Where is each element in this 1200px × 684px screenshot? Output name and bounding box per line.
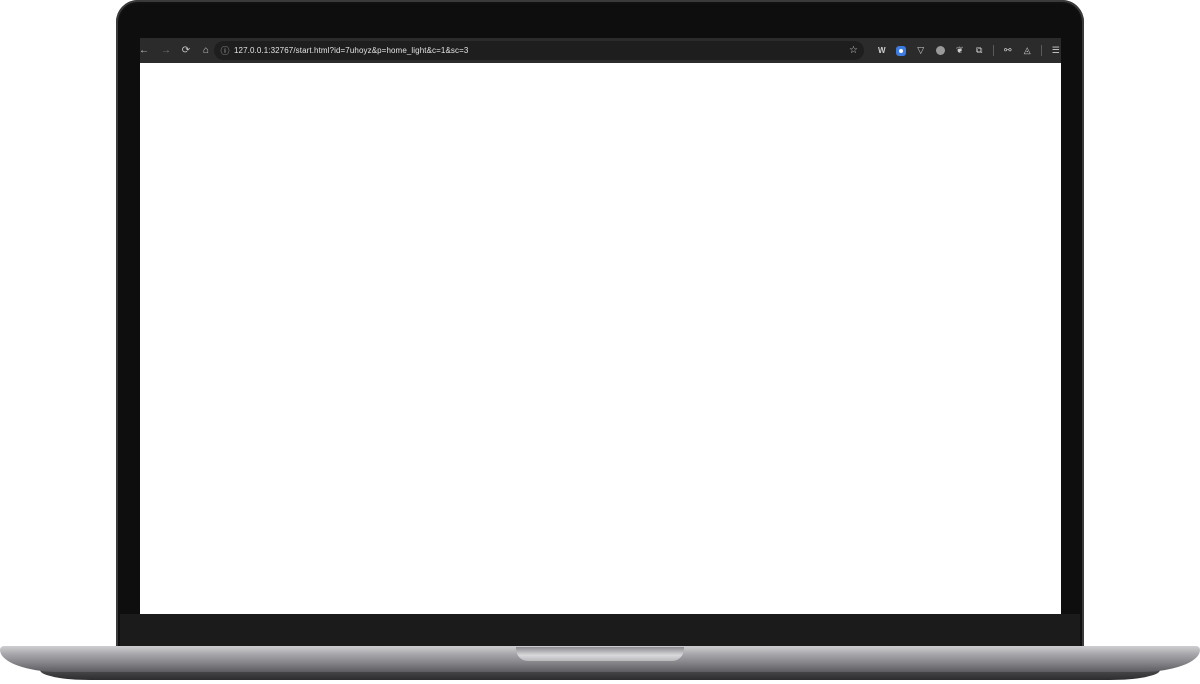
extension-circle-icon [935,46,945,55]
extension-circle-button[interactable] [931,41,951,60]
profile-icon: ⚯ [1003,45,1012,55]
extension-leaf-button[interactable]: ❦ [950,41,970,60]
address-bar[interactable]: ⓘ 127.0.0.1:32767/start.html?id=7uhoyz&p… [214,41,864,60]
reload-icon: ⟳ [181,45,191,56]
extensions-area: W ▽ ❦ ⧉ ⚯ ◬ ☰ [872,41,1061,60]
extensions-menu-button[interactable]: ⧉ [970,41,990,60]
back-button[interactable]: ← [140,41,149,61]
menu-button[interactable]: ☰ [1046,41,1061,60]
laptop-mockup: ← → ⟳ ⌂ ⓘ 127.0.0.1:32767/start.html?id=… [0,0,1200,684]
page-content [140,63,1061,614]
laptop-chin [120,614,1080,646]
site-info-button[interactable]: ⓘ [216,41,234,60]
laptop-opening-notch [516,647,684,661]
home-button[interactable]: ⌂ [196,41,216,61]
arrow-left-icon: ← [140,45,149,56]
forward-button[interactable]: → [156,41,176,61]
toolbar-divider [1041,45,1042,56]
extension-v-button[interactable]: ▽ [911,41,931,60]
puzzle-icon: ⧉ [976,45,983,55]
reload-button[interactable]: ⟳ [176,41,196,61]
incognito-button[interactable]: ◬ [1018,41,1038,60]
extension-v-icon: ▽ [917,45,925,55]
site-info-icon: ⓘ [220,46,230,56]
extension-w-icon: W [877,46,886,55]
extension-blue-icon [896,45,907,56]
extension-w-button[interactable]: W [872,41,892,60]
home-icon: ⌂ [202,45,210,56]
url-text[interactable]: 127.0.0.1:32767/start.html?id=7uhoyz&p=h… [234,46,468,55]
menu-icon: ☰ [1051,45,1060,55]
extension-blue-button[interactable] [892,41,912,60]
profile-button[interactable]: ⚯ [998,41,1018,60]
extension-leaf-icon: ❦ [955,45,964,55]
browser-toolbar: ← → ⟳ ⌂ ⓘ 127.0.0.1:32767/start.html?id=… [140,38,1061,63]
star-icon: ☆ [849,45,858,56]
arrow-right-icon: → [161,45,171,56]
incognito-icon: ◬ [1023,45,1031,55]
laptop-screen: ← → ⟳ ⌂ ⓘ 127.0.0.1:32767/start.html?id=… [140,38,1061,614]
toolbar-divider [993,45,994,56]
bookmark-button[interactable]: ☆ [849,41,858,60]
